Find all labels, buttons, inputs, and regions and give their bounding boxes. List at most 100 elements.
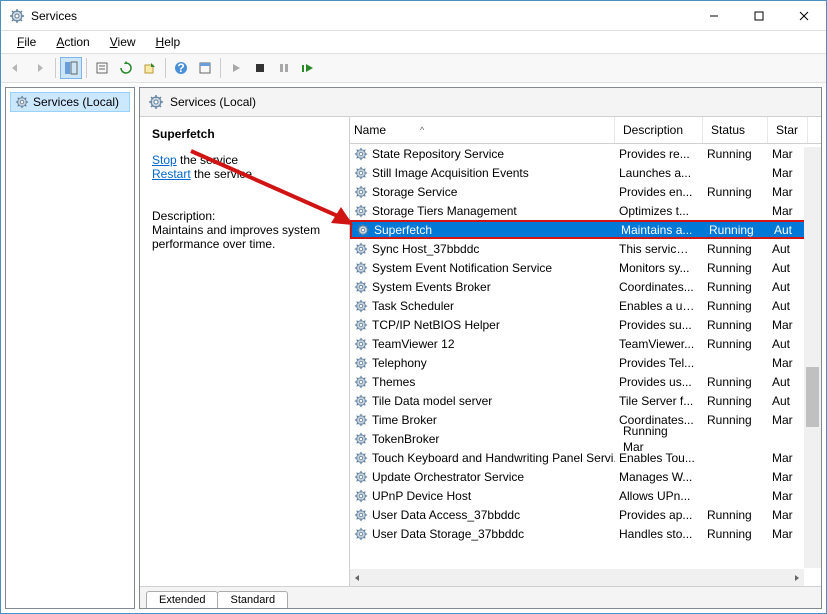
tab-extended[interactable]: Extended [146,591,218,608]
service-row[interactable]: Time BrokerCoordinates...RunningMar [350,410,821,429]
service-row[interactable]: Storage Tiers ManagementOptimizes t...Ma… [350,201,821,220]
stop-link[interactable]: Stop [152,153,177,167]
service-startup-cell: Mar [768,355,808,371]
service-startup-cell: Mar [768,507,808,523]
export-button[interactable] [139,57,161,79]
service-desc-cell: Handles sto... [615,526,703,542]
service-name-cell: TokenBroker [372,432,439,446]
service-desc-cell: Provides Tel... [615,355,703,371]
column-startup[interactable]: Star [768,117,808,143]
service-row[interactable]: Task SchedulerEnables a us...RunningAut [350,296,821,315]
service-status-cell: Running [703,184,768,200]
back-button[interactable] [5,57,27,79]
service-row[interactable]: Still Image Acquisition Events Launches a… [350,163,821,182]
service-name-cell: Tile Data model server [372,394,492,408]
service-name-cell: System Event Notification Service [372,261,552,275]
service-row[interactable]: Update Orchestrator ServiceManages W...M… [350,467,821,486]
service-icon [354,508,368,522]
service-row[interactable]: SuperfetchMaintains a...RunningAut [350,220,821,239]
selected-service-name: Superfetch [152,127,339,141]
service-row[interactable]: System Event Notification ServiceMonitor… [350,258,821,277]
column-description[interactable]: Description [615,117,703,143]
service-status-cell: Running [703,412,768,428]
service-startup-cell: Mar [768,317,808,333]
service-status-cell [703,210,768,212]
service-icon [354,318,368,332]
menu-help[interactable]: Help [148,33,189,51]
properties-button[interactable] [91,57,113,79]
service-startup-cell: Aut [768,336,808,352]
service-row[interactable]: User Data Access_37bbddcProvides ap...Ru… [350,505,821,524]
vertical-scrollbar[interactable] [804,147,821,568]
service-name-cell: TCP/IP NetBIOS Helper [372,318,500,332]
window-title: Services [31,9,691,23]
service-status-cell: Running [703,336,768,352]
show-hide-tree-button[interactable] [60,57,82,79]
service-name-cell: State Repository Service [372,147,504,161]
service-row[interactable]: User Data Storage_37bbddcHandles sto...R… [350,524,821,543]
column-status[interactable]: Status [703,117,768,143]
maximize-button[interactable] [736,1,781,30]
service-icon [354,299,368,313]
service-name-cell: Sync Host_37bbddc [372,242,479,256]
service-startup-cell: Aut [768,241,808,257]
service-name-cell: Touch Keyboard and Handwriting Panel Ser… [372,451,615,465]
service-icon [354,204,368,218]
stop-line: Stop the service [152,153,339,167]
minimize-button[interactable] [691,1,736,30]
tab-standard[interactable]: Standard [217,591,288,608]
service-icon [354,242,368,256]
service-row[interactable]: TokenBrokerRunningMar [350,429,821,448]
close-button[interactable] [781,1,826,30]
help-button[interactable]: ? [170,57,192,79]
service-name-cell: Still Image Acquisition Events [372,166,529,180]
service-icon [354,356,368,370]
service-row[interactable]: ThemesProvides us...RunningAut [350,372,821,391]
menu-view[interactable]: View [102,33,144,51]
tree-root-item[interactable]: Services (Local) [10,92,130,112]
column-name[interactable]: Name [350,117,615,143]
service-startup-cell: Mar [768,488,808,504]
service-row[interactable]: Tile Data model serverTile Server f...Ru… [350,391,821,410]
forward-button[interactable] [29,57,51,79]
service-desc-cell: Launches a... [615,165,703,181]
stop-service-button[interactable] [249,57,271,79]
service-row[interactable]: TCP/IP NetBIOS Helper Provides su...Runni… [350,315,821,334]
service-status-cell: Running [703,393,768,409]
pause-service-button[interactable] [273,57,295,79]
service-startup-cell: Mar [768,412,808,428]
service-row[interactable]: Sync Host_37bbddcThis service ...Running… [350,239,821,258]
service-status-cell: Running [703,526,768,542]
menu-action[interactable]: Action [48,33,97,51]
right-heading: Services (Local) [170,95,256,109]
restart-link[interactable]: Restart [152,167,191,181]
horizontal-scrollbar[interactable] [350,569,804,586]
toolbar: ? [1,53,826,83]
refresh-button[interactable] [115,57,137,79]
service-row[interactable]: Storage ServiceProvides en...RunningMar [350,182,821,201]
service-icon [354,147,368,161]
service-row[interactable]: TelephonyProvides Tel...Mar [350,353,821,372]
titlebar[interactable]: Services [1,1,826,31]
service-row[interactable]: UPnP Device HostAllows UPn...Mar [350,486,821,505]
service-row[interactable]: Touch Keyboard and Handwriting Panel Ser… [350,448,821,467]
svg-text:?: ? [177,61,184,75]
service-row[interactable]: State Repository ServiceProvides re...Ru… [350,144,821,163]
service-name-cell: Update Orchestrator Service [372,470,524,484]
service-desc-cell: Provides su... [615,317,703,333]
right-header: Services (Local) [140,88,821,117]
description-text: Maintains and improves system performanc… [152,223,339,251]
start-service-button[interactable] [225,57,247,79]
right-pane: Services (Local) Superfetch Stop the ser… [139,87,822,609]
restart-service-button[interactable] [297,57,319,79]
service-row[interactable]: System Events BrokerCoordinates...Runnin… [350,277,821,296]
service-name-cell: UPnP Device Host [372,489,471,503]
service-status-cell: Running [703,317,768,333]
service-row[interactable]: TeamViewer 12TeamViewer...RunningAut [350,334,821,353]
service-startup-cell: Mar [768,184,808,200]
menu-file[interactable]: File [9,33,44,51]
service-status-cell: Running [705,222,770,238]
service-startup-cell: Aut [768,374,808,390]
service-status-cell: Running [619,423,684,439]
show-hide-action-button[interactable] [194,57,216,79]
